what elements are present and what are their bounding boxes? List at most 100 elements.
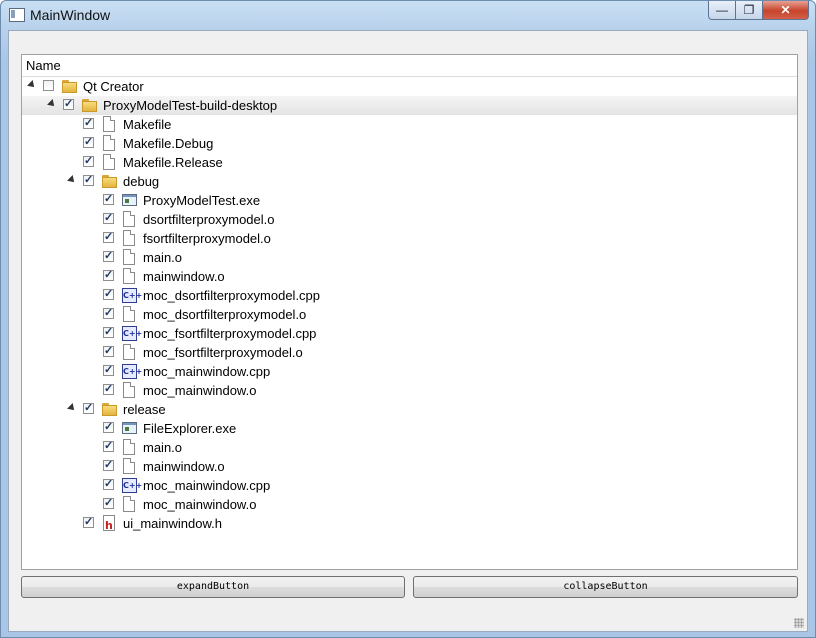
tree-row[interactable]: Qt Creator [22, 77, 797, 96]
cpp-icon: C++ [122, 287, 142, 304]
tree-row[interactable]: C++moc_mainwindow.cpp [22, 476, 797, 495]
row-checkbox[interactable] [103, 192, 114, 205]
row-checkbox[interactable] [103, 287, 114, 300]
app-icon [9, 8, 25, 22]
tree-row-label: Qt Creator [83, 79, 144, 94]
main-window: MainWindow — ❐ ✕ Name Qt Creator ProxyMod… [0, 0, 816, 638]
tree-row[interactable]: moc_mainwindow.o [22, 495, 797, 514]
row-checkbox[interactable] [83, 173, 94, 186]
tree-row-label: moc_mainwindow.cpp [143, 364, 271, 379]
expand-button[interactable]: expandButton [21, 576, 405, 598]
cpp-icon: C++ [122, 477, 142, 494]
file-icon [122, 306, 136, 323]
close-button[interactable]: ✕ [763, 1, 809, 20]
file-icon [122, 268, 136, 285]
tree-rows: Qt Creator ProxyModelTest-build-desktop Ma… [22, 77, 797, 533]
tree-row[interactable]: main.o [22, 248, 797, 267]
row-checkbox[interactable] [63, 97, 74, 110]
title-bar[interactable]: MainWindow — ❐ ✕ [1, 1, 815, 29]
tree-row[interactable]: release [22, 400, 797, 419]
tree-row-label: moc_mainwindow.o [143, 497, 257, 512]
row-checkbox[interactable] [83, 515, 94, 528]
exe-icon [122, 420, 137, 437]
tree-row-label: main.o [143, 440, 183, 455]
tree-row[interactable]: Makefile [22, 115, 797, 134]
tree-row-label: fsortfilterproxymodel.o [143, 231, 271, 246]
tree-row[interactable]: h ui_mainwindow.h [22, 514, 797, 533]
row-checkbox[interactable] [103, 496, 114, 509]
tree-row[interactable]: moc_mainwindow.o [22, 381, 797, 400]
row-checkbox[interactable] [103, 249, 114, 262]
folder-icon [62, 78, 77, 95]
file-tree-view[interactable]: Name Qt Creator ProxyModelTest-build-desk… [21, 54, 798, 570]
row-checkbox[interactable] [83, 116, 94, 129]
tree-row[interactable]: main.o [22, 438, 797, 457]
tree-row-label: Makefile.Debug [123, 136, 214, 151]
tree-row-label: ProxyModelTest.exe [143, 193, 261, 208]
tree-row[interactable]: fsortfilterproxymodel.o [22, 229, 797, 248]
tree-row[interactable]: debug [22, 172, 797, 191]
tree-row-label: Makefile.Release [123, 155, 223, 170]
row-checkbox[interactable] [103, 439, 114, 452]
tree-row-label: moc_fsortfilterproxymodel.cpp [143, 326, 317, 341]
tree-row-label: debug [123, 174, 160, 189]
row-checkbox[interactable] [103, 420, 114, 433]
column-header-name[interactable]: Name [22, 55, 797, 77]
exe-icon [122, 192, 137, 209]
size-grip[interactable] [794, 618, 804, 628]
header-icon: h [102, 515, 116, 532]
cpp-icon: C++ [122, 363, 142, 380]
row-checkbox[interactable] [103, 230, 114, 243]
expand-arrow-icon[interactable] [67, 175, 77, 185]
tree-row[interactable]: Makefile.Release [22, 153, 797, 172]
row-checkbox[interactable] [103, 477, 114, 490]
collapse-button[interactable]: collapseButton [413, 576, 798, 598]
row-checkbox[interactable] [103, 344, 114, 357]
tree-row[interactable]: dsortfilterproxymodel.o [22, 210, 797, 229]
tree-row[interactable]: FileExplorer.exe [22, 419, 797, 438]
maximize-icon: ❐ [743, 3, 755, 17]
expand-arrow-icon[interactable] [27, 80, 37, 90]
tree-row[interactable]: C++moc_mainwindow.cpp [22, 362, 797, 381]
file-icon [122, 496, 136, 513]
tree-row[interactable]: ProxyModelTest-build-desktop [22, 96, 797, 115]
row-checkbox[interactable] [103, 325, 114, 338]
row-checkbox[interactable] [83, 401, 94, 414]
expand-arrow-icon[interactable] [67, 403, 77, 413]
tree-row-label: main.o [143, 250, 183, 265]
tree-row[interactable]: mainwindow.o [22, 457, 797, 476]
folder-icon [102, 173, 117, 190]
row-checkbox[interactable] [103, 268, 114, 281]
folder-icon [102, 401, 117, 418]
tree-row-label: FileExplorer.exe [143, 421, 237, 436]
maximize-button[interactable]: ❐ [736, 1, 763, 20]
expand-arrow-icon[interactable] [47, 99, 57, 109]
row-checkbox[interactable] [103, 382, 114, 395]
tree-row-label: moc_dsortfilterproxymodel.o [143, 307, 307, 322]
tree-row[interactable]: C++moc_dsortfilterproxymodel.cpp [22, 286, 797, 305]
tree-row[interactable]: ProxyModelTest.exe [22, 191, 797, 210]
tree-row[interactable]: moc_fsortfilterproxymodel.o [22, 343, 797, 362]
minimize-icon: — [716, 3, 728, 17]
row-checkbox[interactable] [43, 80, 54, 91]
row-checkbox[interactable] [83, 135, 94, 148]
file-icon [122, 382, 136, 399]
tree-row[interactable]: mainwindow.o [22, 267, 797, 286]
file-icon [122, 458, 136, 475]
row-checkbox[interactable] [103, 363, 114, 376]
minimize-button[interactable]: — [708, 1, 736, 20]
client-area: Name Qt Creator ProxyModelTest-build-desk… [8, 30, 808, 632]
file-icon [122, 211, 136, 228]
file-icon [122, 344, 136, 361]
row-checkbox[interactable] [103, 211, 114, 224]
row-checkbox[interactable] [83, 154, 94, 167]
window-title: MainWindow [30, 7, 111, 23]
row-checkbox[interactable] [103, 306, 114, 319]
tree-row[interactable]: moc_dsortfilterproxymodel.o [22, 305, 797, 324]
folder-icon [82, 97, 97, 114]
caption-buttons: — ❐ ✕ [708, 1, 809, 21]
tree-row[interactable]: Makefile.Debug [22, 134, 797, 153]
file-icon [122, 249, 136, 266]
tree-row[interactable]: C++moc_fsortfilterproxymodel.cpp [22, 324, 797, 343]
row-checkbox[interactable] [103, 458, 114, 471]
